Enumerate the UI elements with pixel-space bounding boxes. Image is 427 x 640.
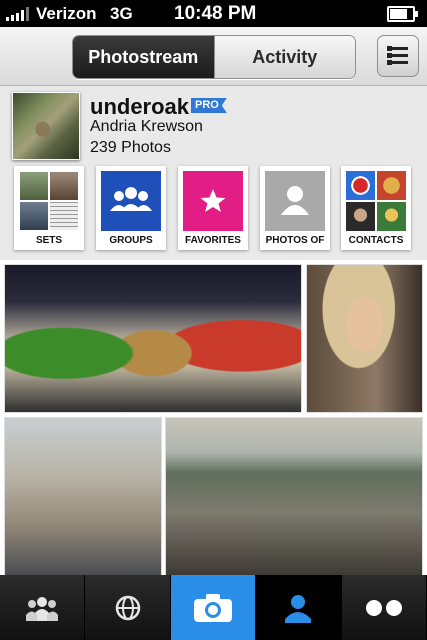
list-icon-line: [387, 60, 408, 65]
sets-button[interactable]: SETS: [14, 166, 84, 250]
camera-tab[interactable]: [170, 575, 257, 640]
more-tab[interactable]: [342, 575, 427, 640]
profile-header: underoak PRO Andria Krewson 239 Photos S…: [0, 86, 427, 260]
sets-thumbnails: [19, 171, 79, 231]
favorites-button[interactable]: FAVORITES: [178, 166, 248, 250]
contacts-tab[interactable]: [0, 575, 86, 640]
star-icon: [183, 171, 243, 231]
tab-photostream[interactable]: Photostream: [73, 36, 214, 78]
real-name: Andria Krewson: [90, 118, 203, 135]
camera-icon: [194, 593, 233, 622]
groups-label: GROUPS: [109, 235, 153, 246]
username: underoak: [90, 94, 190, 119]
menu-button[interactable]: [377, 35, 419, 77]
clock: 10:48 PM: [174, 3, 257, 24]
photo-thumbnail[interactable]: [307, 265, 422, 412]
favorites-label: FAVORITES: [185, 235, 241, 246]
photo-count: 239 Photos: [90, 139, 171, 156]
carrier-name: Verizon: [36, 4, 97, 23]
navigation-bar: Photostream Activity: [0, 27, 427, 86]
contacts-label: CONTACTS: [348, 235, 404, 246]
groups-icon: [101, 171, 161, 231]
globe-icon: [115, 595, 140, 620]
photo-grid: [0, 260, 427, 575]
contacts-thumbnails: [346, 171, 406, 231]
sets-label: SETS: [35, 235, 63, 246]
network-type: 3G: [110, 4, 133, 23]
tab-bar: [0, 575, 427, 640]
list-icon-line: [387, 53, 408, 58]
photos-of-button[interactable]: PHOTOS OF: [260, 166, 330, 250]
signal-strength-icon: [6, 7, 29, 21]
photo-thumbnail[interactable]: [166, 418, 422, 575]
people-icon: [26, 596, 59, 621]
pro-badge: PRO: [191, 98, 227, 113]
tab-activity[interactable]: Activity: [213, 36, 355, 78]
battery-icon: [387, 6, 418, 22]
explore-tab[interactable]: [85, 575, 171, 640]
profile-tab[interactable]: [256, 575, 342, 640]
status-bar: Verizon 3G 10:48 PM: [0, 0, 427, 27]
photo-thumbnail[interactable]: [5, 265, 301, 412]
groups-button[interactable]: GROUPS: [96, 166, 166, 250]
avatar[interactable]: [12, 92, 80, 160]
photo-thumbnail[interactable]: [5, 418, 161, 575]
view-switcher: Photostream Activity: [72, 35, 356, 79]
person-icon: [285, 594, 312, 623]
flickr-dots-icon: [365, 599, 402, 616]
list-icon: [387, 46, 408, 51]
contacts-button[interactable]: CONTACTS: [341, 166, 411, 250]
photos-of-label: PHOTOS OF: [265, 235, 325, 246]
person-icon: [265, 171, 325, 231]
